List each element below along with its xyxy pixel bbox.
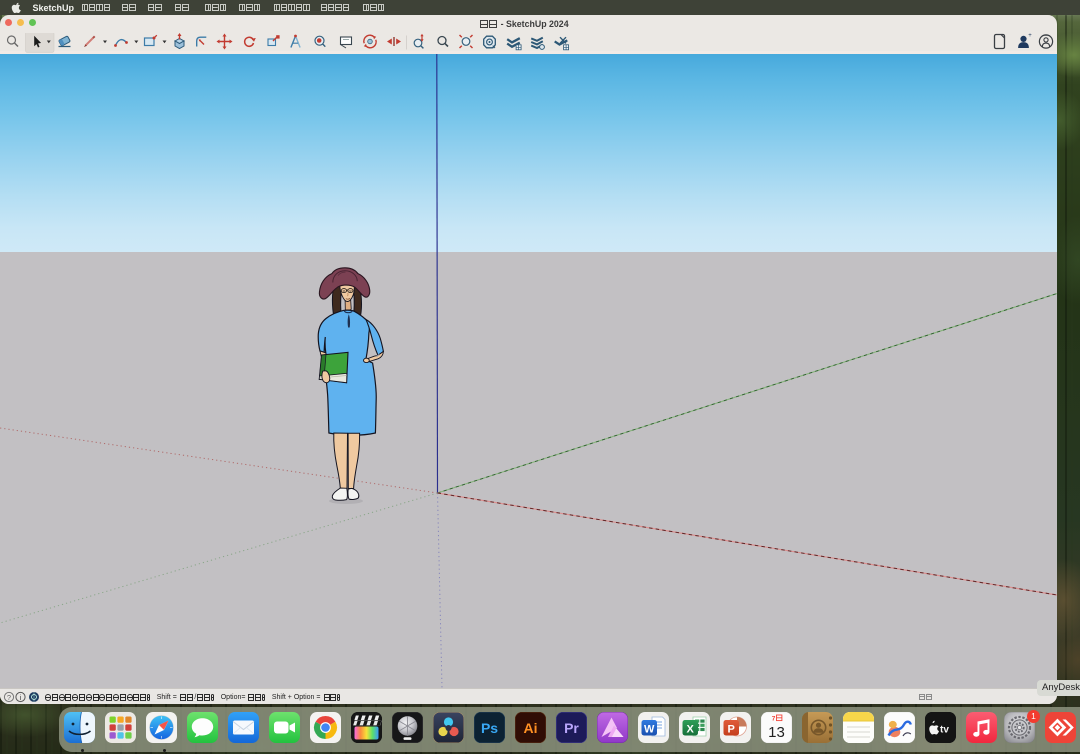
svg-text:7: 7 xyxy=(772,716,776,723)
svg-text:Pr: Pr xyxy=(564,720,579,736)
svg-text:Ps: Ps xyxy=(481,720,498,736)
svg-text:13: 13 xyxy=(768,724,785,741)
svg-text:P: P xyxy=(728,724,735,736)
svg-text:Ai: Ai xyxy=(524,720,538,736)
svg-text:tv: tv xyxy=(940,725,949,736)
svg-text:X: X xyxy=(687,724,695,736)
svg-text:W: W xyxy=(644,724,655,736)
svg-text:+: + xyxy=(1028,33,1032,39)
svg-text:?: ? xyxy=(7,693,11,702)
svg-text:i: i xyxy=(20,693,22,702)
